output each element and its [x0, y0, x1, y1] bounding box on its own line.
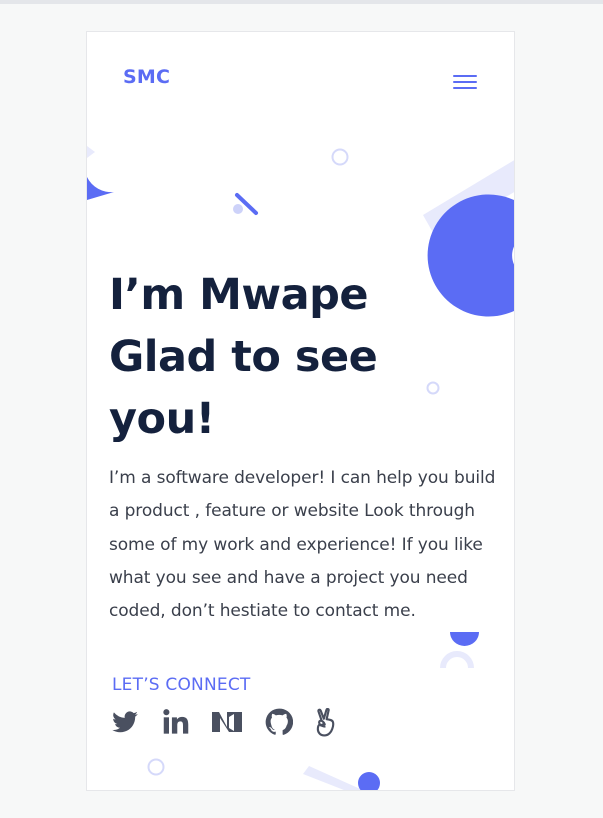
- lets-connect-link[interactable]: LET’S CONNECT: [112, 675, 250, 695]
- small-triangle-shape: [87, 146, 95, 158]
- ring-shape-bottom: [147, 758, 165, 776]
- hero-headline: I’m Mwape Glad to see you!: [109, 264, 489, 450]
- browser-top-strip: [0, 0, 603, 4]
- half-circle-shape: [87, 177, 114, 200]
- site-logo[interactable]: SMC: [123, 66, 170, 88]
- headline-line-3: you!: [109, 394, 215, 444]
- half-circle-shape-bottom: [450, 632, 479, 646]
- headline-line-2: Glad to see: [109, 332, 378, 382]
- ring-shape: [331, 148, 349, 166]
- github-icon[interactable]: [265, 708, 295, 736]
- angellist-icon[interactable]: [313, 708, 343, 737]
- hamburger-menu-icon[interactable]: [451, 72, 479, 92]
- linkedin-icon[interactable]: [162, 708, 192, 736]
- arc-shape: [440, 651, 474, 669]
- hero-bio: I’m a software developer! I can help you…: [109, 468, 496, 622]
- dot-shape: [233, 204, 243, 214]
- medium-icon[interactable]: [212, 708, 242, 736]
- dot-shape-bottom: [358, 772, 380, 790]
- light-bar-shape-bottom: [303, 766, 363, 790]
- headline-line-1: I’m Mwape: [109, 270, 369, 320]
- twitter-icon[interactable]: [111, 708, 141, 736]
- mobile-page-card: SMC I’m Mwape Glad to see you! I’m a sof…: [86, 31, 515, 791]
